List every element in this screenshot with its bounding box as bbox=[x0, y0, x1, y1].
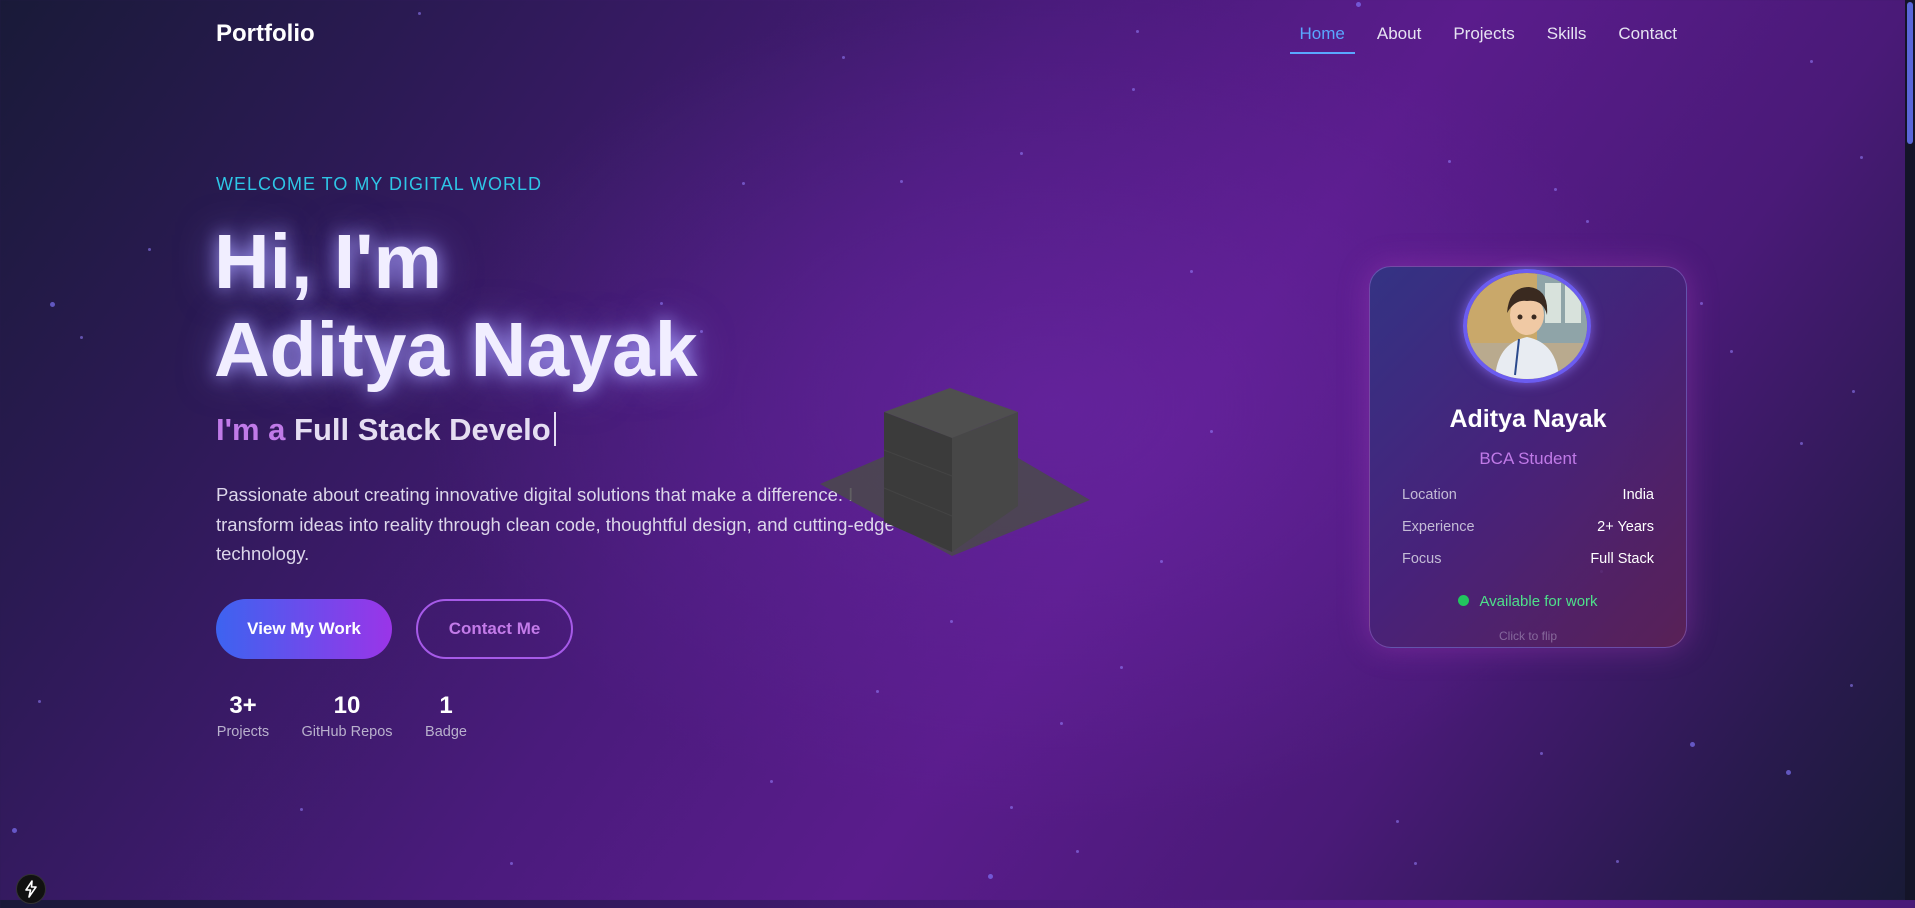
welcome-tagline: WELCOME TO MY DIGITAL WORLD bbox=[216, 174, 543, 194]
avatar bbox=[1463, 269, 1591, 383]
role-prefix: I'm a bbox=[216, 412, 286, 447]
stat-value: 3+ bbox=[229, 692, 257, 719]
profile-title: BCA Student bbox=[1479, 449, 1577, 468]
availability-text: Available for work bbox=[1479, 593, 1598, 610]
contact-me-button[interactable]: Contact Me bbox=[416, 599, 573, 659]
view-my-work-button[interactable]: View My Work bbox=[216, 599, 392, 659]
info-row-location: Location India bbox=[1402, 487, 1654, 503]
info-value: 2+ Years bbox=[1597, 519, 1654, 535]
info-key: Focus bbox=[1402, 551, 1442, 567]
brand-logo[interactable]: Portfolio bbox=[216, 20, 315, 48]
hero-heading: Hi, I'm Aditya Nayak bbox=[214, 218, 698, 394]
nav-link-contact[interactable]: Contact bbox=[1618, 24, 1677, 54]
hero-greeting: Hi, I'm bbox=[214, 219, 442, 305]
info-key: Location bbox=[1402, 487, 1457, 503]
info-key: Experience bbox=[1402, 519, 1475, 535]
3d-cube-graphic bbox=[820, 370, 1100, 570]
stat-github-repos: 10 GitHub Repos bbox=[300, 690, 394, 740]
scrollbar-thumb[interactable] bbox=[1907, 2, 1913, 144]
stat-label: Projects bbox=[216, 724, 270, 740]
status-dot-icon bbox=[1458, 595, 1470, 606]
typing-caret bbox=[553, 412, 556, 446]
availability-status: Available for work bbox=[1370, 593, 1686, 610]
page-scrollbar[interactable] bbox=[1905, 0, 1915, 900]
hero-description: Passionate about creating innovative dig… bbox=[216, 484, 895, 564]
flip-hint: Click to flip bbox=[1498, 629, 1557, 643]
info-row-focus: Focus Full Stack bbox=[1402, 551, 1654, 567]
profile-name: Aditya Nayak bbox=[1449, 405, 1607, 433]
hero-name: Aditya Nayak bbox=[214, 307, 698, 393]
info-value: India bbox=[1622, 487, 1654, 503]
top-navbar: Portfolio Home About Projects Skills Con… bbox=[0, 0, 1915, 70]
nav-menu: Home About Projects Skills Contact bbox=[1268, 24, 1677, 54]
profile-card[interactable]: Aditya Nayak BCA Student Location India … bbox=[1369, 266, 1687, 648]
nav-link-home[interactable]: Home bbox=[1289, 24, 1356, 54]
nav-link-about[interactable]: About bbox=[1377, 24, 1421, 54]
nav-link-skills[interactable]: Skills bbox=[1547, 24, 1587, 54]
stat-projects: 3+ Projects bbox=[216, 690, 270, 740]
role-typewriter: I'm a Full Stack Develo bbox=[216, 412, 556, 448]
stat-value: 10 bbox=[333, 692, 361, 719]
stat-label: Badge bbox=[425, 724, 467, 740]
stat-label: GitHub Repos bbox=[301, 724, 393, 740]
info-value: Full Stack bbox=[1590, 551, 1654, 567]
stat-badge: 1 Badge bbox=[420, 690, 472, 740]
info-row-experience: Experience 2+ Years bbox=[1402, 519, 1654, 535]
role-typed-text: Full Stack Develo bbox=[294, 412, 551, 447]
nav-link-projects[interactable]: Projects bbox=[1453, 24, 1514, 54]
stat-value: 1 bbox=[439, 692, 453, 719]
